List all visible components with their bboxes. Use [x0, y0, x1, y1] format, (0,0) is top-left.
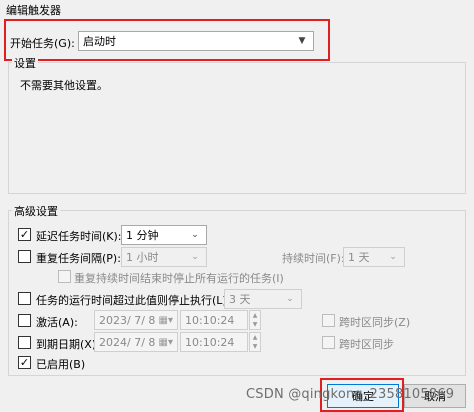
enabled-checkbox[interactable]: ✓: [18, 356, 31, 369]
stop-all-running-label: 重复持续时间结束时停止所有运行的任务(I): [74, 272, 284, 285]
chevron-down-icon: ▼: [298, 36, 306, 46]
activate-date-picker[interactable]: 2023/ 7/ 8 ▦▾: [94, 310, 178, 330]
spin-up-icon: ▲: [252, 334, 258, 341]
delay-dropdown[interactable]: 1 分钟 ⌄: [121, 225, 207, 245]
dialog-title: 编辑触发器: [6, 4, 61, 17]
activate-time-spinner[interactable]: ▲ ▼: [249, 310, 261, 330]
chevron-down-icon: ⌄: [389, 252, 397, 262]
delay-label: 延迟任务时间(K):: [36, 230, 122, 243]
expire-checkbox[interactable]: [18, 336, 31, 349]
begin-task-dropdown[interactable]: 启动时 ▼: [78, 31, 314, 51]
chevron-down-icon: ⌄: [191, 252, 199, 262]
duration-label: 持续时间(F):: [282, 252, 345, 265]
repeat-checkbox[interactable]: [18, 250, 31, 263]
activate-checkbox[interactable]: [18, 314, 31, 327]
repeat-label: 重复任务间隔(P):: [36, 252, 121, 265]
stop-longer-dropdown[interactable]: 3 天 ⌄: [224, 289, 302, 309]
spin-up-icon: ▲: [252, 312, 258, 319]
enabled-label: 已启用(B): [36, 358, 86, 371]
activate-date-value: 2023/ 7/ 8: [99, 313, 156, 327]
settings-legend: 设置: [12, 55, 38, 71]
activate-sync-checkbox[interactable]: [322, 314, 335, 327]
calendar-icon: ▦▾: [158, 314, 173, 326]
duration-dropdown[interactable]: 1 天 ⌄: [343, 247, 405, 267]
repeat-interval-value: 1 小时: [126, 251, 159, 264]
expire-sync-label: 跨时区同步: [339, 338, 394, 351]
delay-value: 1 分钟: [126, 229, 159, 242]
chevron-down-icon: ⌄: [191, 230, 199, 240]
expire-label: 到期日期(X):: [36, 338, 100, 351]
calendar-icon: ▦▾: [158, 336, 173, 348]
expire-time-spinner[interactable]: ▲ ▼: [249, 332, 261, 352]
expire-date-value: 2024/ 7/ 8: [99, 335, 156, 349]
advanced-legend: 高级设置: [12, 203, 60, 219]
begin-task-value: 启动时: [83, 35, 116, 48]
expire-sync-checkbox[interactable]: [322, 336, 335, 349]
csdn-watermark: CSDN @qingkong_2358105869: [246, 387, 455, 402]
activate-label: 激活(A):: [36, 316, 78, 329]
stop-longer-value: 3 天: [229, 293, 251, 306]
activate-time-field[interactable]: 10:10:24: [180, 310, 248, 330]
activate-time-value: 10:10:24: [185, 313, 235, 327]
stop-longer-checkbox[interactable]: [18, 292, 31, 305]
repeat-interval-dropdown[interactable]: 1 小时 ⌄: [121, 247, 207, 267]
begin-task-label: 开始任务(G):: [10, 37, 75, 50]
expire-time-value: 10:10:24: [185, 335, 235, 349]
checkmark-icon: ✓: [19, 356, 30, 369]
checkmark-icon: ✓: [19, 228, 30, 241]
activate-sync-label: 跨时区同步(Z): [339, 316, 411, 329]
stop-all-running-checkbox[interactable]: [58, 270, 71, 283]
spin-down-icon: ▼: [252, 343, 258, 350]
spin-down-icon: ▼: [252, 321, 258, 328]
chevron-down-icon: ⌄: [286, 294, 294, 304]
expire-time-field[interactable]: 10:10:24: [180, 332, 248, 352]
stop-longer-label: 任务的运行时间超过此值则停止执行(L):: [36, 294, 231, 307]
delay-checkbox[interactable]: ✓: [18, 228, 31, 241]
expire-date-picker[interactable]: 2024/ 7/ 8 ▦▾: [94, 332, 178, 352]
settings-text: 不需要其他设置。: [20, 79, 108, 92]
duration-value: 1 天: [348, 251, 370, 264]
